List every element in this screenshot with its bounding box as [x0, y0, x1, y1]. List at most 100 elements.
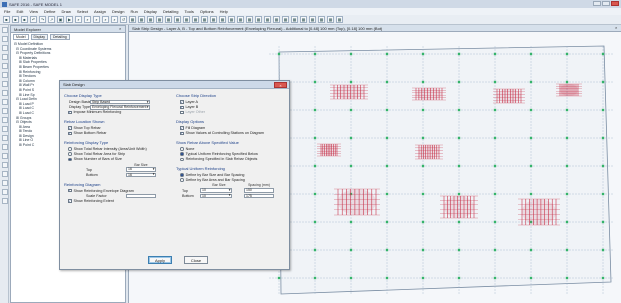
menu-display[interactable]: Display — [144, 9, 157, 14]
toolbar-button[interactable]: ▦ — [192, 16, 199, 23]
menu-design[interactable]: Design — [112, 9, 124, 14]
display-type-select[interactable]: Enveloping Flexural Reinforcement — [90, 104, 150, 110]
left-tool-button[interactable] — [1, 126, 8, 132]
left-tool-button[interactable] — [1, 72, 8, 78]
toolbar-button[interactable]: ↶ — [30, 16, 37, 23]
toolbar-button[interactable]: ▦ — [282, 16, 289, 23]
toolbar-button[interactable]: ▦ — [273, 16, 280, 23]
left-tool-button[interactable] — [1, 63, 8, 69]
left-tool-button[interactable] — [1, 162, 8, 168]
toolbar-button[interactable]: ■ — [21, 16, 28, 23]
toolbar-button[interactable]: ▦ — [210, 16, 217, 23]
number-of-bars-radio[interactable] — [68, 157, 72, 162]
left-tool-button[interactable] — [1, 54, 8, 60]
menu-detailing[interactable]: Detailing — [163, 9, 179, 14]
toolbar-button[interactable]: ▦ — [309, 16, 316, 23]
toolbar-button[interactable]: ▦ — [174, 16, 181, 23]
minimize-button[interactable] — [593, 1, 601, 6]
toolbar-button[interactable]: ▦ — [228, 16, 235, 23]
rebar-area-radio[interactable] — [68, 152, 72, 157]
toolbar-button[interactable]: ▦ — [183, 16, 190, 23]
toolbar-button[interactable]: ▦ — [255, 16, 262, 23]
toolbar-button[interactable]: ▦ — [246, 16, 253, 23]
toolbar-button[interactable]: ▦ — [201, 16, 208, 23]
typical-top-size-select[interactable]: 10 — [200, 188, 232, 193]
toolbar-button[interactable]: ▶ — [66, 16, 73, 23]
bottom-bar-size-select[interactable]: 16 — [126, 172, 156, 178]
typical-uniform-radio[interactable] — [180, 152, 184, 157]
menu-file[interactable]: File — [4, 9, 10, 14]
left-tool-button[interactable] — [1, 189, 8, 195]
toolbar-button[interactable]: ▦ — [336, 16, 343, 23]
toolbar-button[interactable]: ▦ — [327, 16, 334, 23]
apply-button[interactable]: Apply — [148, 256, 172, 264]
toolbar-button[interactable]: ▦ — [300, 16, 307, 23]
left-tool-button[interactable] — [1, 144, 8, 150]
toolbar-button[interactable]: ↷ — [39, 16, 46, 23]
toolbar-button[interactable]: ▦ — [219, 16, 226, 23]
toolbar-button[interactable]: ⌕ — [75, 16, 82, 23]
toolbar-button[interactable]: ▦ — [264, 16, 271, 23]
dialog-close-icon[interactable]: × — [274, 82, 287, 88]
top-bar-size-select[interactable]: 16 — [126, 167, 156, 173]
menu-assign[interactable]: Assign — [94, 9, 106, 14]
toolbar-button[interactable]: ■ — [3, 16, 10, 23]
menu-edit[interactable]: Edit — [16, 9, 23, 14]
toolbar-button[interactable]: ▦ — [138, 16, 145, 23]
scale-factor-input[interactable] — [126, 193, 156, 199]
toolbar-button[interactable]: ▦ — [318, 16, 325, 23]
left-tool-button[interactable] — [1, 99, 8, 105]
left-tool-button[interactable] — [1, 180, 8, 186]
area-spacing-radio[interactable] — [180, 178, 184, 183]
menu-define[interactable]: Define — [44, 9, 56, 14]
left-tool-button[interactable] — [1, 27, 8, 33]
left-tool-button[interactable] — [1, 36, 8, 42]
typical-bottom-size-select[interactable]: 10 — [200, 193, 232, 199]
toolbar-button[interactable]: ▦ — [165, 16, 172, 23]
close-icon[interactable]: × — [615, 26, 619, 30]
menu-select[interactable]: Select — [77, 9, 88, 14]
menu-view[interactable]: View — [29, 9, 38, 14]
left-tool-button[interactable] — [1, 45, 8, 51]
show-values-checkbox[interactable]: ✓ — [180, 132, 184, 136]
toolbar-button[interactable]: ↗ — [48, 16, 55, 23]
layer-other-checkbox[interactable] — [180, 110, 184, 115]
toolbar-button[interactable]: ⌕ — [84, 16, 91, 23]
tab-display[interactable]: Display — [30, 34, 49, 40]
envelope-diagram-checkbox[interactable]: ✓ — [68, 189, 72, 193]
left-tool-button[interactable] — [1, 153, 8, 159]
toolbar-button[interactable]: ▦ — [291, 16, 298, 23]
slab-rebar-objects-radio[interactable] — [180, 157, 184, 162]
show-top-rebar-checkbox[interactable]: ✓ — [68, 126, 72, 130]
fill-diagram-checkbox[interactable]: ✓ — [180, 126, 184, 130]
toolbar-button[interactable]: ▣ — [57, 16, 64, 23]
design-basis-select[interactable]: Strip Based — [90, 99, 150, 105]
menu-tools[interactable]: Tools — [185, 9, 194, 14]
typical-top-spacing-input[interactable]: 150 — [244, 188, 274, 193]
close-button[interactable] — [611, 1, 619, 6]
left-tool-button[interactable] — [1, 171, 8, 177]
toolbar-button[interactable]: ▦ — [147, 16, 154, 23]
toolbar-button[interactable]: ■ — [12, 16, 19, 23]
left-tool-button[interactable] — [1, 198, 8, 204]
impose-minimum-checkbox[interactable]: ✓ — [68, 111, 72, 115]
typical-bottom-spacing-input[interactable]: 175 — [244, 193, 274, 199]
menu-draw[interactable]: Draw — [62, 9, 71, 14]
left-tool-button[interactable] — [1, 90, 8, 96]
left-tool-button[interactable] — [1, 135, 8, 141]
layer-a-checkbox[interactable]: ✓ — [180, 100, 184, 104]
show-bottom-rebar-checkbox[interactable]: ✓ — [68, 132, 72, 136]
left-tool-button[interactable] — [1, 117, 8, 123]
left-tool-button[interactable] — [1, 108, 8, 114]
toolbar-button[interactable]: ▦ — [156, 16, 163, 23]
tab-model[interactable]: Model — [13, 34, 29, 40]
toolbar-button[interactable]: ↺ — [120, 16, 127, 23]
reinforcing-extent-checkbox[interactable]: ✓ — [68, 199, 72, 203]
left-tool-button[interactable] — [1, 81, 8, 87]
toolbar-button[interactable]: ⌕ — [111, 16, 118, 23]
toolbar-button[interactable]: ▦ — [129, 16, 136, 23]
menu-options[interactable]: Options — [200, 9, 214, 14]
close-dialog-button[interactable]: Close — [184, 256, 208, 264]
toolbar-button[interactable]: ⌕ — [102, 16, 109, 23]
size-spacing-radio[interactable] — [180, 173, 184, 177]
